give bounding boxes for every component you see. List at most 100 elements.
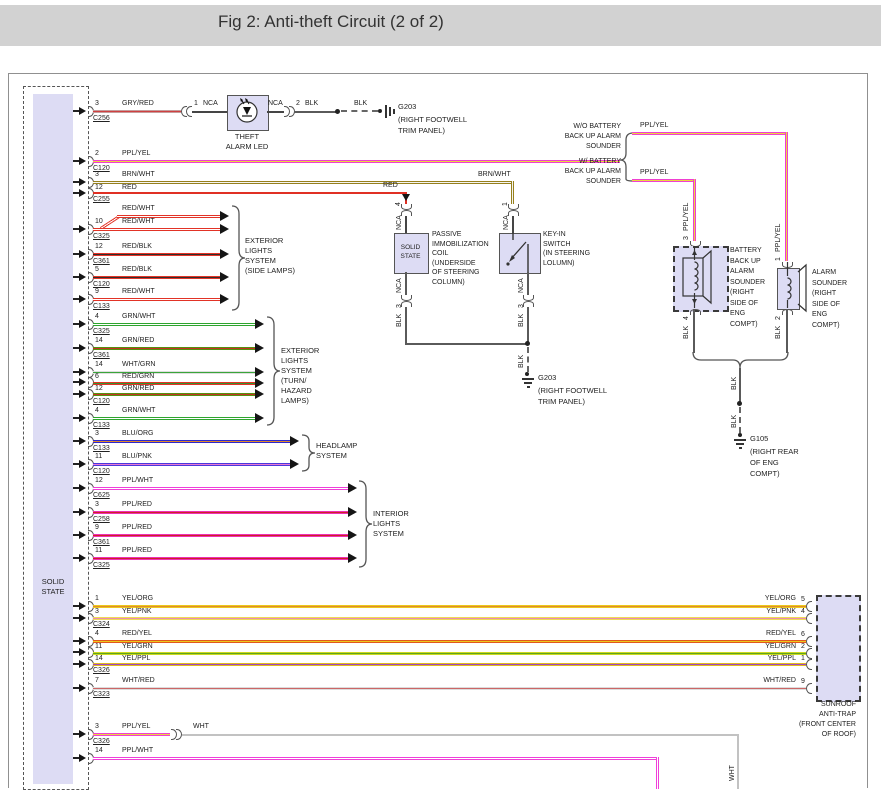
wire-color-label: WHT xyxy=(729,765,737,781)
wire-color-label: RED/YEL xyxy=(736,630,796,638)
group-arrow xyxy=(255,378,264,388)
pin-number: 3 xyxy=(95,608,99,616)
group-arrow xyxy=(220,211,229,221)
wire-dashed xyxy=(739,407,741,433)
pin-number: 11 xyxy=(95,547,102,555)
wire-color-label: NCA xyxy=(396,278,404,293)
ecu-pin-arrow xyxy=(79,660,86,668)
wire-color-label: BLK xyxy=(731,415,739,428)
wire-color-label: GRN/RED xyxy=(122,337,154,345)
connector-name: C361 xyxy=(93,352,110,360)
wire xyxy=(93,181,514,184)
wire-color-label: BLK xyxy=(305,100,318,108)
ground-icon xyxy=(393,109,395,114)
connector-symbol xyxy=(806,648,812,659)
wire-corner-arrow xyxy=(402,194,410,201)
wire xyxy=(693,179,696,241)
group-brace xyxy=(302,433,315,473)
wire xyxy=(405,272,407,295)
wire xyxy=(93,534,348,537)
pin-number: 5 xyxy=(801,596,805,604)
branch-label: W/O BATTERY BACK UP ALARM SOUNDER xyxy=(520,122,621,152)
wire-color-label: BLK xyxy=(518,314,526,327)
wire-dashed xyxy=(527,347,529,372)
ground-name: G203 xyxy=(398,103,416,111)
connector-name: C361 xyxy=(93,258,110,266)
connector-symbol xyxy=(806,636,812,647)
ground-dot xyxy=(378,109,382,113)
ecu-pin-arrow xyxy=(79,614,86,622)
pin-number: 4 xyxy=(95,313,99,321)
pin-number: 14 xyxy=(95,361,103,369)
pin-number: 14 xyxy=(95,655,103,663)
connector-name: C326 xyxy=(93,738,110,746)
wire xyxy=(182,734,738,736)
wire xyxy=(93,640,806,643)
group-brace xyxy=(232,204,245,312)
ecu-pin-arrow xyxy=(79,344,86,352)
group-arrow xyxy=(255,319,264,329)
group-arrow xyxy=(290,459,299,469)
wire-color-label: BLK xyxy=(683,326,691,339)
wire-color-label: PPL/YEL xyxy=(122,723,150,731)
wire-color-label: YEL/PPL xyxy=(736,655,796,663)
wire-color-label: PPL/RED xyxy=(122,524,152,532)
group-arrow xyxy=(255,413,264,423)
wire-color-label: GRN/WHT xyxy=(122,407,155,415)
group-arrow xyxy=(348,553,357,563)
pin-number: 2 xyxy=(95,150,99,158)
ground-icon xyxy=(389,107,391,116)
wire xyxy=(93,511,348,514)
pin-number: 6 xyxy=(801,631,805,639)
junction-dot xyxy=(737,401,742,406)
group-arrow xyxy=(255,367,264,377)
system-label: HEADLAMP SYSTEM xyxy=(316,441,357,461)
key-in-switch-label: KEY-IN SWITCH (IN STEERING LOLUMN) xyxy=(543,230,590,268)
ecu-pin-arrow xyxy=(79,754,86,762)
connector-symbol xyxy=(690,309,701,315)
wire-color-label: PPL/RED xyxy=(122,547,152,555)
group-brace xyxy=(267,315,280,427)
wire-color-label: RED/BLK xyxy=(122,243,152,251)
wire xyxy=(93,253,220,256)
pin-number: 1 xyxy=(95,595,99,603)
sunroof-anti-trap-box xyxy=(816,595,861,702)
wire xyxy=(267,111,284,113)
wire-color-label: PPL/WHT xyxy=(122,477,153,485)
wire xyxy=(192,111,227,113)
pin-number: 3 xyxy=(95,501,99,509)
wire-color-label: RED/GRN xyxy=(122,373,154,381)
pin-number: 2 xyxy=(801,643,805,651)
ecu-pin-arrow xyxy=(79,648,86,656)
wire xyxy=(93,298,220,301)
pin-number: 14 xyxy=(95,337,103,345)
wire-color-label: YEL/ORG xyxy=(736,595,796,603)
pin-number: 6 xyxy=(95,373,99,381)
pin-number: 11 xyxy=(95,453,102,461)
wire xyxy=(632,179,696,182)
pin-number: 12 xyxy=(95,385,103,393)
wire xyxy=(511,181,514,204)
wire-color-label: GRY/RED xyxy=(122,100,154,108)
pin-number: 4 xyxy=(95,630,99,638)
ecu-pin-arrow xyxy=(79,637,86,645)
wire xyxy=(93,393,255,396)
wire xyxy=(93,276,220,279)
connector-name: C258 xyxy=(93,516,110,524)
wire xyxy=(93,687,806,690)
connector-name: C324 xyxy=(93,621,110,629)
wire xyxy=(656,757,659,789)
group-brace xyxy=(359,479,372,569)
battery-backup-sounder-label: BATTERY BACK UP ALARM SOUNDER (RIGHT SID… xyxy=(730,246,765,330)
pin-number: 9 xyxy=(95,524,99,532)
ground-icon xyxy=(385,105,387,118)
pin-number: 12 xyxy=(95,243,103,251)
ground-location: (RIGHT FOOTWELL TRIM PANEL) xyxy=(398,114,467,136)
pin-number: 11 xyxy=(95,643,102,651)
group-arrow xyxy=(348,483,357,493)
diagram-page: Fig 2: Anti-theft Circuit (2 of 2) SOLID… xyxy=(0,0,881,803)
wire xyxy=(93,487,348,490)
wire-color-label: NCA xyxy=(396,215,404,230)
wire xyxy=(93,382,255,385)
ecu-pin-arrow xyxy=(79,189,86,197)
